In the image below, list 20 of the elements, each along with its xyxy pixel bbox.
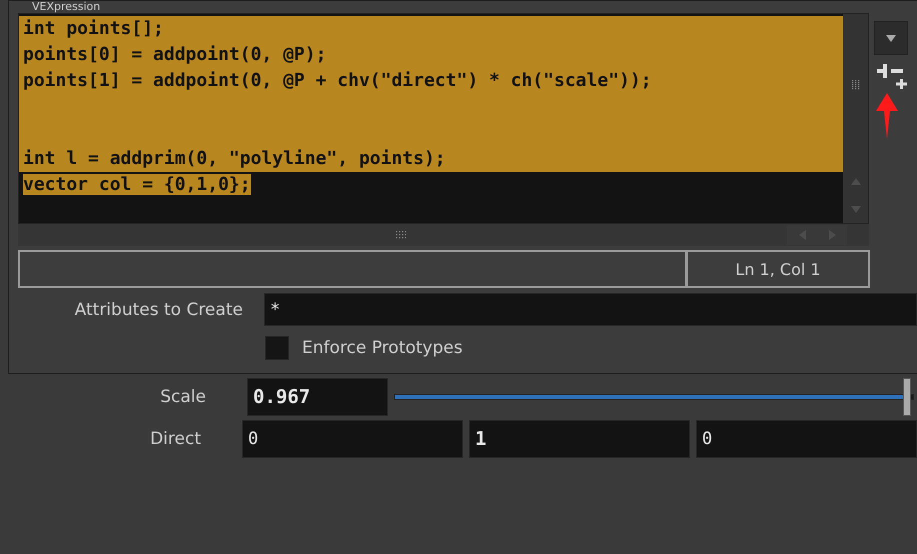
section-title: VEXpression: [31, 1, 102, 13]
slider[interactable]: [394, 378, 914, 416]
annotation-arrow-icon: [876, 93, 898, 139]
input-field[interactable]: 0: [242, 420, 463, 458]
cursor-position: Ln 1, Col 1: [735, 260, 821, 278]
input-field[interactable]: 1: [469, 420, 690, 458]
field-label: Direct: [149, 429, 202, 449]
field-label: Scale: [159, 387, 207, 407]
input-field[interactable]: 0: [696, 420, 917, 458]
code-editor[interactable]: int points[]; points[0] = addpoint(0, @P); points[1] = addpoint(0, @P + chv("direct") * ch("scale")); int l = addprim(0, "polyline", points); vector col = {0,1,0};: [18, 13, 869, 224]
resize-grip-icon[interactable]: [852, 80, 860, 90]
input-field[interactable]: 0.967: [247, 378, 388, 416]
resize-grip-icon[interactable]: [396, 231, 406, 239]
field-label: Attributes to Create: [74, 300, 244, 320]
checkbox[interactable]: [265, 336, 289, 360]
checkbox-label: Enforce Prototypes: [302, 338, 463, 358]
slider-handle[interactable]: [903, 378, 912, 416]
dropdown-button[interactable]: [874, 21, 908, 55]
input-field[interactable]: *: [264, 293, 917, 326]
caret-icon: [886, 34, 896, 42]
